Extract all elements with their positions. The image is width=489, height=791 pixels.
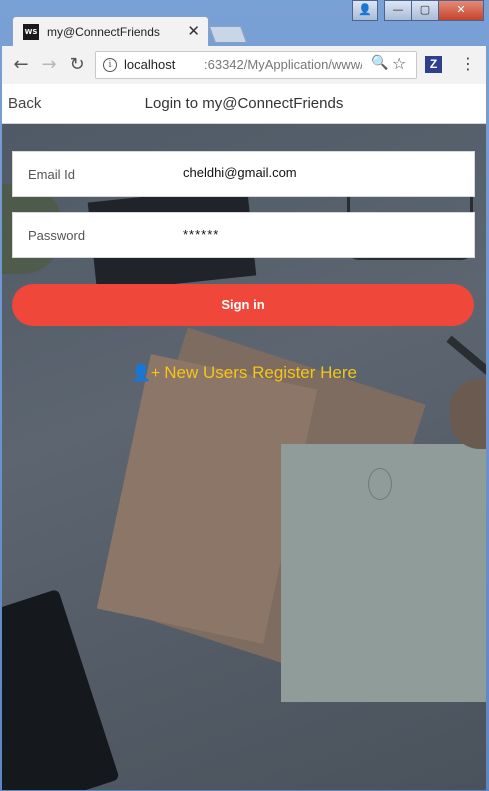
user-plus-icon: 👤+ [131, 365, 161, 382]
zoom-icon[interactable]: 🔍 [371, 55, 388, 71]
info-icon[interactable]: i [103, 58, 117, 72]
email-input[interactable]: cheldhi@gmail.com [183, 165, 297, 180]
extension-icon[interactable]: Z [425, 56, 442, 73]
signin-button[interactable]: Sign in [12, 284, 474, 326]
back-arrow-icon[interactable]: ← [10, 54, 32, 75]
register-link[interactable]: 👤+ New Users Register Here [2, 363, 486, 383]
url-path: :63342/MyApplication/www/ir [204, 57, 362, 72]
tab-close-icon[interactable]: ✕ [187, 22, 200, 40]
maximize-button[interactable]: ▢ [411, 0, 439, 21]
browser-toolbar: ← → ↻ i localhost :63342/MyApplication/w… [2, 46, 486, 85]
forward-arrow-icon[interactable]: → [38, 54, 60, 75]
register-label: New Users Register Here [164, 363, 357, 382]
email-label: Email Id [28, 167, 75, 182]
minimize-button[interactable]: — [384, 0, 412, 21]
new-tab-button[interactable] [208, 26, 248, 43]
background-hand [450, 379, 486, 449]
reload-icon[interactable]: ↻ [66, 54, 88, 75]
close-window-button[interactable]: ✕ [438, 0, 484, 21]
email-field[interactable]: Email Id cheldhi@gmail.com [12, 151, 475, 197]
password-input[interactable]: ****** [183, 227, 219, 242]
user-icon[interactable]: 👤 [352, 0, 378, 21]
login-content: Email Id cheldhi@gmail.com Password ****… [2, 124, 486, 790]
menu-icon[interactable]: ⋮ [460, 54, 476, 73]
address-bar[interactable]: i localhost :63342/MyApplication/www/ir … [95, 51, 417, 79]
tab-title: my@ConnectFriends [47, 25, 160, 39]
app-header: Back Login to my@ConnectFriends [2, 84, 486, 124]
background-laptop [2, 588, 120, 790]
password-label: Password [28, 228, 86, 243]
title-bar: WS my@ConnectFriends ✕ 👤 — ▢ ✕ [0, 0, 489, 47]
browser-tab[interactable]: WS my@ConnectFriends ✕ [12, 16, 209, 47]
page-title: Login to my@ConnectFriends [144, 95, 344, 112]
bookmark-star-icon[interactable]: ☆ [392, 54, 406, 73]
password-field[interactable]: Password ****** [12, 212, 475, 258]
browser-window: WS my@ConnectFriends ✕ 👤 — ▢ ✕ ← → ↻ i l… [0, 0, 489, 791]
favicon-icon: WS [23, 24, 39, 40]
background-seal [368, 468, 392, 500]
url-host: localhost [124, 57, 176, 72]
